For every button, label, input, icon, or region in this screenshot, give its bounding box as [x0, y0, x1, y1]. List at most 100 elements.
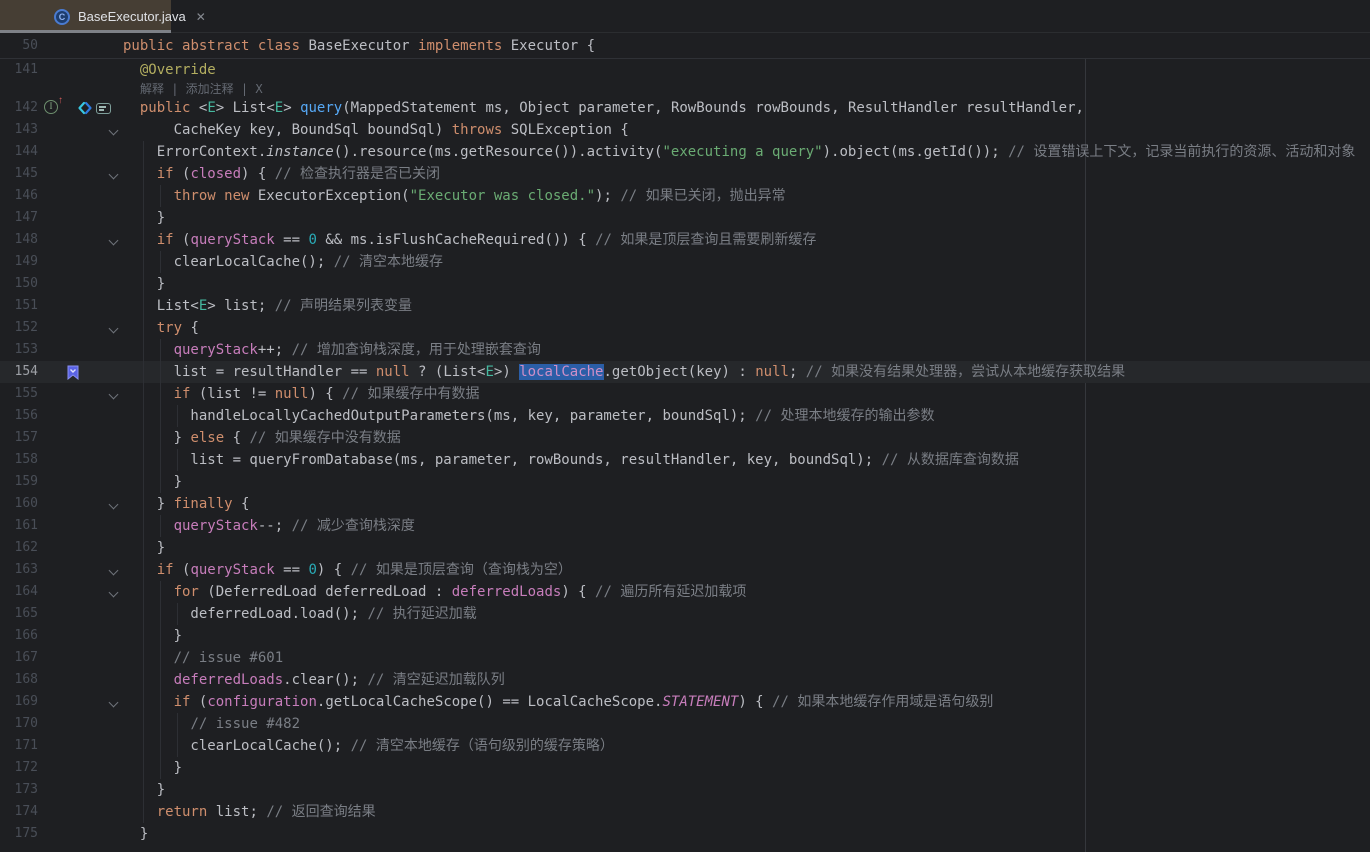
close-icon[interactable]: ✕ [196, 10, 206, 24]
gutter[interactable]: 156 [0, 405, 123, 427]
code-line-149[interactable]: 149 clearLocalCache(); // 清空本地缓存 [0, 251, 1370, 273]
gutter[interactable]: 152 [0, 317, 123, 339]
fold-chevron-icon[interactable] [109, 126, 119, 136]
fold-chevron-icon[interactable] [109, 324, 119, 334]
code-line-148[interactable]: 148 if (queryStack == 0 && ms.isFlushCac… [0, 229, 1370, 251]
gutter[interactable]: 175 [0, 823, 123, 845]
sticky-class-declaration[interactable]: 50public abstract class BaseExecutor imp… [0, 33, 1370, 59]
code-text[interactable]: CacheKey key, BoundSql boundSql) throws … [123, 119, 1370, 141]
code-line-172[interactable]: 172 } [0, 757, 1370, 779]
code-line-151[interactable]: 151 List<E> list; // 声明结果列表变量 [0, 295, 1370, 317]
gutter[interactable]: 161 [0, 515, 123, 537]
gutter[interactable]: 172 [0, 757, 123, 779]
code-line-50[interactable]: 50public abstract class BaseExecutor imp… [0, 33, 1370, 59]
fold-chevron-icon[interactable] [109, 390, 119, 400]
gutter[interactable]: 165 [0, 603, 123, 625]
code-text[interactable]: queryStack--; // 减少查询栈深度 [123, 515, 1370, 537]
code-line-144[interactable]: 144 ErrorContext.instance().resource(ms.… [0, 141, 1370, 163]
code-line-153[interactable]: 153 queryStack++; // 增加查询栈深度，用于处理嵌套查询 [0, 339, 1370, 361]
gutter[interactable]: 159 [0, 471, 123, 493]
gutter[interactable]: 148 [0, 229, 123, 251]
code-line-143[interactable]: 143 CacheKey key, BoundSql boundSql) thr… [0, 119, 1370, 141]
code-text[interactable]: throw new ExecutorException("Executor wa… [123, 185, 1370, 207]
code-line-163[interactable]: 163 if (queryStack == 0) { // 如果是顶层查询（查询… [0, 559, 1370, 581]
code-text[interactable]: } else { // 如果缓存中没有数据 [123, 427, 1370, 449]
gutter[interactable]: 143 [0, 119, 123, 141]
gutter[interactable]: 162 [0, 537, 123, 559]
code-text[interactable]: } [123, 757, 1370, 779]
code-line-161[interactable]: 161 queryStack--; // 减少查询栈深度 [0, 515, 1370, 537]
code-text[interactable]: } [123, 273, 1370, 295]
gutter[interactable]: 153 [0, 339, 123, 361]
code-line-159[interactable]: 159 } [0, 471, 1370, 493]
code-line-155[interactable]: 155 if (list != null) { // 如果缓存中有数据 [0, 383, 1370, 405]
gutter[interactable]: 154 [0, 361, 123, 383]
code-line-142[interactable]: 142I↑ public <E> List<E> query(MappedSta… [0, 97, 1370, 119]
code-line-164[interactable]: 164 for (DeferredLoad deferredLoad : def… [0, 581, 1370, 603]
code-text[interactable]: } [123, 779, 1370, 801]
gutter[interactable]: 155 [0, 383, 123, 405]
gutter[interactable]: 142I↑ [0, 97, 123, 119]
code-text[interactable]: // issue #482 [123, 713, 1370, 735]
code-text[interactable]: } [123, 625, 1370, 647]
fold-chevron-icon[interactable] [109, 236, 119, 246]
fold-chevron-icon[interactable] [109, 566, 119, 576]
tab-baseexecutor-java[interactable]: C BaseExecutor.java ✕ [0, 0, 171, 33]
code-text[interactable]: return list; // 返回查询结果 [123, 801, 1370, 823]
gutter[interactable]: 164 [0, 581, 123, 603]
gutter[interactable]: 151 [0, 295, 123, 317]
code-line-168[interactable]: 168 deferredLoads.clear(); // 清空延迟加载队列 [0, 669, 1370, 691]
gutter[interactable]: 168 [0, 669, 123, 691]
fold-chevron-icon[interactable] [109, 698, 119, 708]
code-text[interactable]: } [123, 823, 1370, 845]
code-text[interactable]: clearLocalCache(); // 清空本地缓存 [123, 251, 1370, 273]
code-line-156[interactable]: 156 handleLocallyCachedOutputParameters(… [0, 405, 1370, 427]
code-line-147[interactable]: 147 } [0, 207, 1370, 229]
fold-chevron-icon[interactable] [109, 500, 119, 510]
overrides-method-icon[interactable]: I↑ [44, 100, 58, 114]
code-line-141[interactable]: 141 @Override [0, 59, 1370, 81]
gutter[interactable]: 157 [0, 427, 123, 449]
gutter[interactable]: 141 [0, 59, 123, 81]
gutter[interactable]: 160 [0, 493, 123, 515]
code-line-171[interactable]: 171 clearLocalCache(); // 清空本地缓存（语句级别的缓存… [0, 735, 1370, 757]
gutter[interactable]: 167 [0, 647, 123, 669]
fold-chevron-icon[interactable] [109, 588, 119, 598]
code-text[interactable]: public abstract class BaseExecutor imple… [123, 33, 1370, 59]
code-text[interactable]: // issue #601 [123, 647, 1370, 669]
gutter[interactable]: 166 [0, 625, 123, 647]
code-line-170[interactable]: 170 // issue #482 [0, 713, 1370, 735]
code-line-146[interactable]: 146 throw new ExecutorException("Executo… [0, 185, 1370, 207]
code-text[interactable]: } finally { [123, 493, 1370, 515]
code-text[interactable]: } [123, 471, 1370, 493]
code-line-174[interactable]: 174 return list; // 返回查询结果 [0, 801, 1370, 823]
gutter[interactable]: 147 [0, 207, 123, 229]
code-text[interactable]: if (list != null) { // 如果缓存中有数据 [123, 383, 1370, 405]
gutter[interactable]: 163 [0, 559, 123, 581]
code-line-145[interactable]: 145 if (closed) { // 检查执行器是否已关闭 [0, 163, 1370, 185]
code-text[interactable]: deferredLoad.load(); // 执行延迟加载 [123, 603, 1370, 625]
code-editor[interactable]: 141 @Override解释 | 添加注释 | X142I↑ public <… [0, 59, 1370, 845]
code-line-158[interactable]: 158 list = queryFromDatabase(ms, paramet… [0, 449, 1370, 471]
code-text[interactable]: if (configuration.getLocalCacheScope() =… [123, 691, 1370, 713]
gutter[interactable]: 173 [0, 779, 123, 801]
code-text[interactable]: if (queryStack == 0 && ms.isFlushCacheRe… [123, 229, 1370, 251]
code-text[interactable]: } [123, 207, 1370, 229]
code-line-160[interactable]: 160 } finally { [0, 493, 1370, 515]
gutter[interactable]: 170 [0, 713, 123, 735]
fold-chevron-icon[interactable] [109, 170, 119, 180]
code-text[interactable]: public <E> List<E> query(MappedStatement… [123, 97, 1370, 119]
gutter[interactable]: 149 [0, 251, 123, 273]
gutter[interactable]: 158 [0, 449, 123, 471]
code-text[interactable]: if (queryStack == 0) { // 如果是顶层查询（查询栈为空） [123, 559, 1370, 581]
ai-inline-actions[interactable]: 解释 | 添加注释 | X [0, 81, 1370, 97]
gutter[interactable]: 50 [0, 33, 123, 59]
code-line-169[interactable]: 169 if (configuration.getLocalCacheScope… [0, 691, 1370, 713]
code-text[interactable]: list = resultHandler == null ? (List<E>)… [123, 361, 1370, 383]
code-text[interactable]: list = queryFromDatabase(ms, parameter, … [123, 449, 1370, 471]
gutter[interactable]: 169 [0, 691, 123, 713]
code-line-173[interactable]: 173 } [0, 779, 1370, 801]
code-line-152[interactable]: 152 try { [0, 317, 1370, 339]
gutter[interactable]: 174 [0, 801, 123, 823]
code-text[interactable]: try { [123, 317, 1370, 339]
